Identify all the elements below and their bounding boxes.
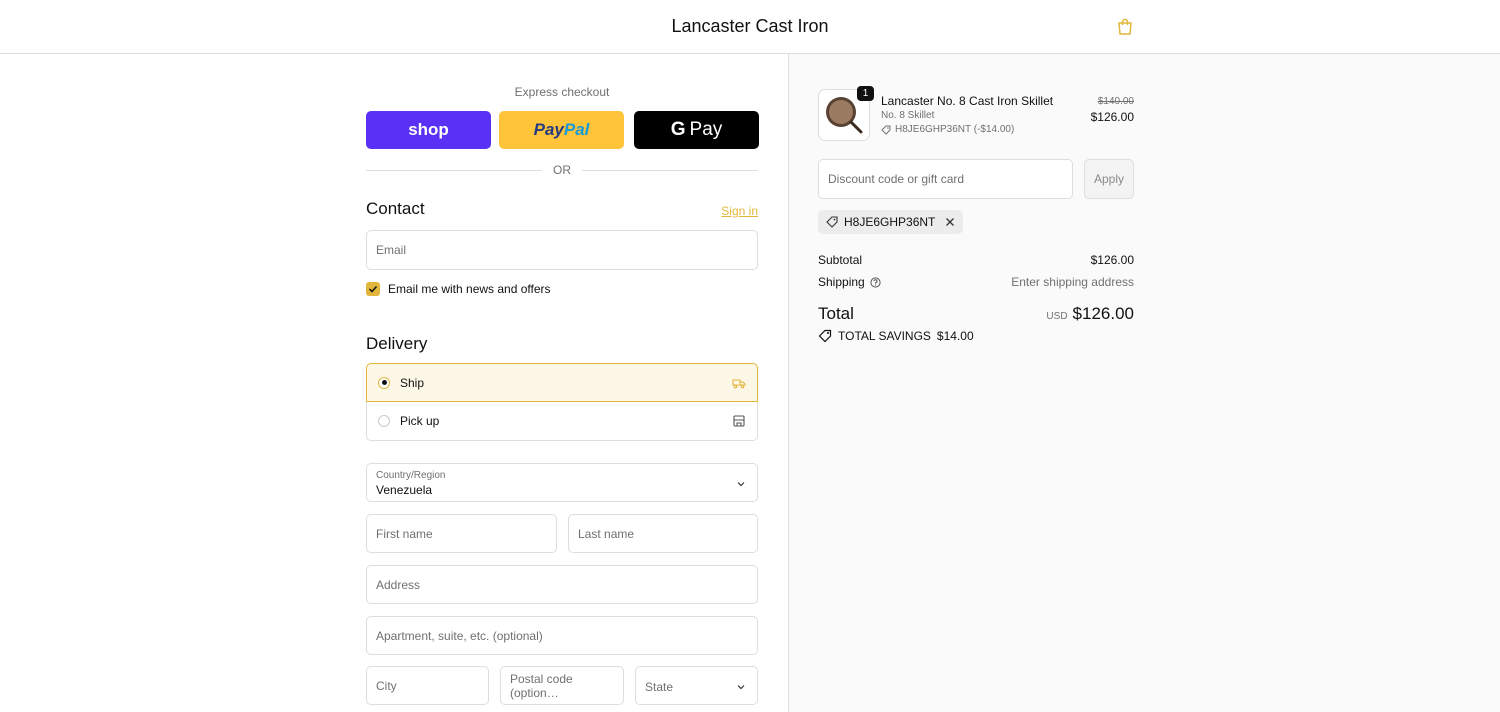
- total-row-value: USD $126.00: [940, 304, 1134, 324]
- city-field[interactable]: City: [366, 666, 489, 705]
- express-checkout-label: Express checkout: [514, 85, 610, 99]
- discount-code-placeholder: Discount code or gift card: [828, 172, 965, 186]
- original-price: $140.00: [1097, 96, 1134, 107]
- delivery-option-pickup[interactable]: Pick up: [366, 402, 758, 441]
- email-field[interactable]: Email: [366, 230, 758, 270]
- google-pay-button[interactable]: G Pay: [634, 111, 759, 149]
- news-offers-row: Email me with news and offers: [366, 281, 551, 297]
- savings-label: TOTAL SAVINGS: [838, 329, 931, 343]
- shop-pay-label: shop: [408, 120, 449, 139]
- tag-icon: [881, 125, 891, 135]
- first-name-placeholder: First name: [376, 526, 433, 541]
- last-name-placeholder: Last name: [578, 526, 635, 541]
- truck-icon: [732, 379, 746, 389]
- postal-code-field[interactable]: Postal code (option…: [500, 666, 624, 705]
- last-name-field[interactable]: Last name: [568, 514, 758, 553]
- checkmark-icon: [368, 285, 378, 293]
- total-currency: USD: [1046, 311, 1068, 322]
- country-value: Venezuela: [376, 483, 433, 497]
- subtotal-label: Subtotal: [818, 253, 863, 267]
- shipping-row-label: Shipping: [818, 275, 881, 289]
- applied-code-text: H8JE6GHP36NT: [844, 215, 936, 229]
- country-label: Country/Region: [376, 470, 446, 481]
- postal-code-placeholder: Postal code (option…: [510, 671, 573, 700]
- total-savings: TOTAL SAVINGS $14.00: [818, 329, 974, 343]
- ship-radio[interactable]: [378, 376, 390, 389]
- google-g-icon: G: [670, 119, 686, 140]
- state-select[interactable]: State: [635, 666, 758, 705]
- email-placeholder: Email: [376, 243, 407, 257]
- country-select[interactable]: Country/Region Venezuela: [366, 463, 758, 502]
- product-variant: No. 8 Skillet: [881, 110, 935, 121]
- applied-discount-chip: H8JE6GHP36NT: [818, 210, 964, 234]
- paypal-button[interactable]: Pay Pal: [499, 111, 624, 149]
- help-icon[interactable]: [870, 276, 881, 288]
- remove-code-button[interactable]: [945, 217, 955, 227]
- savings-value: $14.00: [936, 329, 974, 343]
- delivery-method-group: Ship Pick up: [366, 363, 758, 442]
- tag-icon: [818, 329, 832, 343]
- contact-title: Contact: [366, 199, 425, 218]
- or-label: OR: [553, 163, 571, 177]
- store-name[interactable]: Lancaster Cast Iron: [0, 16, 1500, 37]
- news-offers-label: Email me with news and offers: [388, 282, 551, 296]
- first-name-field[interactable]: First name: [366, 514, 557, 553]
- state-placeholder: State: [645, 680, 674, 694]
- city-placeholder: City: [376, 678, 397, 693]
- order-summary-panel: [788, 54, 1500, 712]
- pickup-label: Pick up: [400, 414, 440, 428]
- delivery-option-ship[interactable]: Ship: [366, 363, 758, 402]
- shipping-value: Enter shipping address: [1011, 275, 1134, 289]
- product-discount-text: H8JE6GHP36NT (-$14.00): [895, 124, 1015, 135]
- total-label: Total: [818, 304, 854, 323]
- apartment-field[interactable]: Apartment, suite, etc. (optional): [366, 616, 758, 655]
- delivery-title: Delivery: [366, 334, 428, 353]
- chevron-down-icon: [737, 685, 745, 690]
- subtotal-value: $126.00: [1090, 253, 1134, 267]
- tag-icon: [826, 216, 838, 228]
- shipping-label: Shipping: [818, 275, 865, 289]
- address-field[interactable]: Address: [366, 565, 758, 604]
- paypal-label-part1: Pay: [533, 120, 564, 139]
- ship-label: Ship: [400, 375, 425, 390]
- discounted-price: $126.00: [1090, 110, 1134, 124]
- shop-pay-button[interactable]: shop: [366, 111, 491, 149]
- apply-discount-button[interactable]: Apply: [1084, 159, 1134, 199]
- paypal-label-part2: Pal: [563, 120, 590, 139]
- product-name: Lancaster No. 8 Cast Iron Skillet: [881, 94, 1054, 108]
- chevron-down-icon: [737, 482, 745, 487]
- checkout-header: Lancaster Cast Iron: [0, 0, 1500, 54]
- address-placeholder: Address: [376, 577, 421, 592]
- discount-code-input[interactable]: Discount code or gift card: [818, 159, 1073, 199]
- apartment-placeholder: Apartment, suite, etc. (optional): [376, 628, 543, 643]
- google-pay-label: Pay: [689, 119, 723, 140]
- total-amount: $126.00: [1072, 304, 1134, 323]
- quantity-badge: 1: [857, 86, 874, 101]
- sign-in-link[interactable]: Sign in: [700, 204, 758, 218]
- close-icon: [946, 218, 955, 226]
- product-discount: H8JE6GHP36NT (-$14.00): [881, 124, 1014, 135]
- shopping-bag-icon[interactable]: [1115, 17, 1135, 37]
- store-icon: [733, 415, 745, 427]
- or-divider: OR: [366, 163, 758, 177]
- news-offers-checkbox[interactable]: [366, 282, 380, 296]
- pickup-radio[interactable]: [378, 415, 390, 427]
